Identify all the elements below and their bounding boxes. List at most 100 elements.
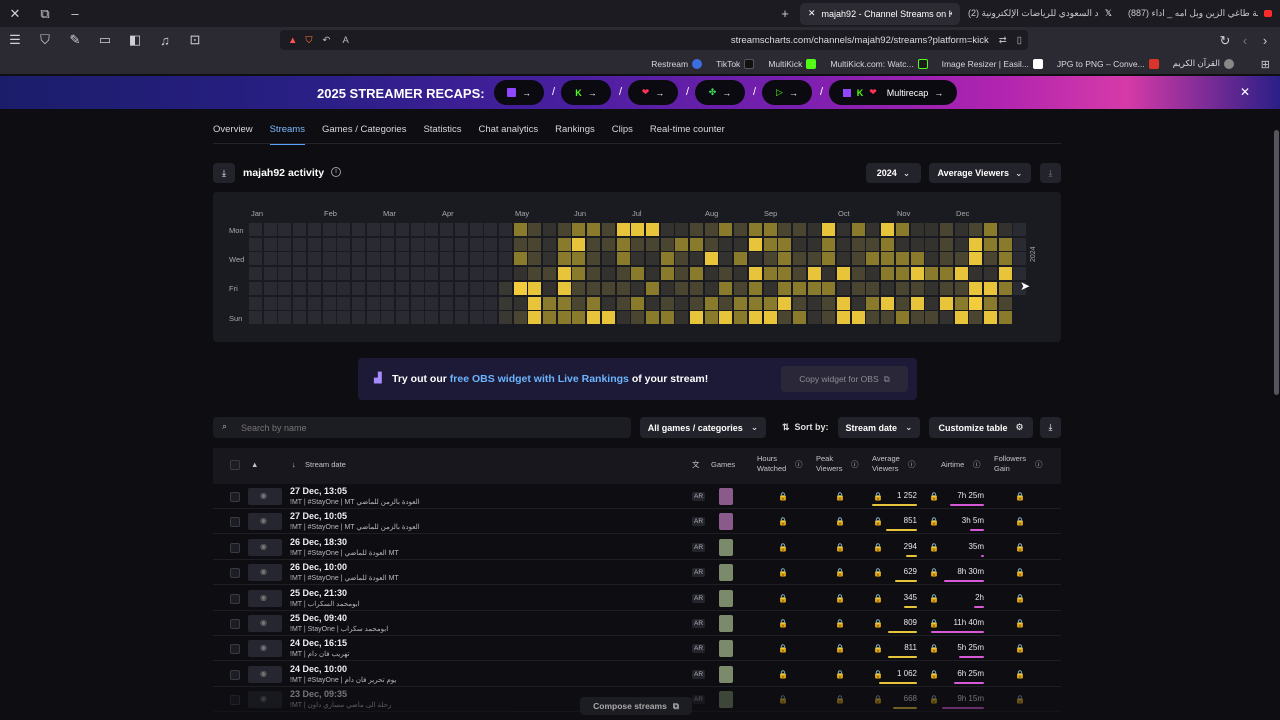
bookmark-icon[interactable]: ▯ (1017, 35, 1022, 46)
heatmap-cell[interactable] (263, 281, 277, 295)
heatmap-cell[interactable] (543, 237, 556, 251)
heatmap-cell[interactable] (351, 296, 365, 310)
heatmap-cell[interactable] (528, 296, 542, 310)
heatmap-cell[interactable] (837, 223, 850, 236)
heatmap-cell[interactable] (366, 252, 380, 266)
tab-clips[interactable]: Clips (612, 124, 633, 145)
heatmap-cell[interactable] (719, 281, 733, 295)
stream-thumbnail[interactable]: ◉ (248, 564, 282, 582)
multirecap-button[interactable]: K ❤ Multirecap → (829, 80, 957, 105)
heatmap-cell[interactable] (572, 252, 586, 266)
heatmap-cell[interactable] (322, 281, 336, 295)
heatmap-cell[interactable] (660, 281, 674, 295)
heatmap-cell[interactable] (381, 296, 395, 310)
bookmark-jpg-to-png[interactable]: JPG to PNG – Conve... (1057, 58, 1159, 69)
heatmap-cell[interactable] (528, 281, 542, 295)
heatmap-cell[interactable] (719, 311, 733, 325)
heatmap-cell[interactable] (278, 267, 292, 281)
year-select[interactable]: 2024 ⌄ (866, 163, 921, 183)
select-all-checkbox[interactable] (230, 460, 240, 470)
heatmap-cell[interactable] (748, 252, 762, 266)
heatmap-cell[interactable] (645, 296, 659, 310)
tab-saudi[interactable]: (2) الاتحاد السعودي للرياضات الإلكترونية… (960, 3, 1120, 25)
game-thumbnail[interactable] (719, 538, 733, 556)
heatmap-cell[interactable] (381, 237, 395, 251)
heatmap-cell[interactable] (998, 311, 1012, 325)
sidebar-icon[interactable]: ◧ (120, 27, 150, 54)
table-row[interactable]: ◉ 24 Dec, 16:15 !MT | تهريب فان دام AR 🔒… (213, 636, 1061, 662)
heatmap-cell[interactable] (454, 311, 468, 325)
heatmap-cell[interactable] (881, 223, 895, 236)
heatmap-cell[interactable] (984, 267, 997, 281)
heatmap-cell[interactable] (263, 252, 277, 266)
bookmark-image-resizer[interactable]: Image Resizer | Easil... (942, 58, 1043, 69)
heatmap-cell[interactable] (543, 252, 556, 266)
table-row[interactable]: ◉ 26 Dec, 10:00 !MT | #StayOne | العودة … (213, 560, 1061, 586)
heatmap-cell[interactable] (792, 311, 806, 325)
heatmap-cell[interactable] (263, 296, 277, 310)
heatmap-cell[interactable] (454, 237, 468, 251)
heatmap-cell[interactable] (866, 223, 880, 236)
bookmark-multikick[interactable]: MultiKick (768, 58, 817, 69)
heatmap-cell[interactable] (263, 223, 277, 236)
header-peak-viewers[interactable]: Peak Viewers (816, 454, 850, 474)
heatmap-cell[interactable] (337, 267, 351, 281)
heatmap-cell[interactable] (351, 311, 365, 325)
heatmap-cell[interactable] (410, 252, 424, 266)
heatmap-cell[interactable] (425, 296, 439, 310)
heatmap-cell[interactable] (881, 252, 895, 266)
heatmap-cell[interactable] (851, 281, 865, 295)
heatmap-cell[interactable] (454, 252, 468, 266)
heatmap-cell[interactable] (469, 296, 483, 310)
row-checkbox[interactable] (230, 593, 240, 604)
heatmap-cell[interactable] (396, 237, 409, 251)
table-row[interactable]: ◉ 27 Dec, 13:05 !MT | #StayOne | MT العو… (213, 484, 1061, 509)
heatmap-cell[interactable] (719, 223, 733, 236)
info-icon[interactable]: i (331, 167, 341, 177)
heatmap-cell[interactable] (984, 237, 997, 251)
heatmap-cell[interactable] (969, 311, 983, 325)
heatmap-cell[interactable] (513, 267, 527, 281)
heatmap-cell[interactable] (528, 267, 542, 281)
heatmap-cell[interactable] (366, 223, 380, 236)
row-checkbox[interactable] (230, 644, 240, 655)
heatmap-cell[interactable] (381, 223, 395, 236)
heatmap-cell[interactable] (866, 281, 880, 295)
heatmap-cell[interactable] (645, 311, 659, 325)
heatmap-cell[interactable] (734, 281, 748, 295)
heatmap-cell[interactable] (366, 237, 380, 251)
heatmap-cell[interactable] (704, 267, 718, 281)
heatmap-cell[interactable] (704, 223, 718, 236)
heatmap-cell[interactable] (351, 223, 365, 236)
heatmap-cell[interactable] (675, 267, 689, 281)
heatmap-cell[interactable] (748, 296, 762, 310)
heatmap-cell[interactable] (557, 296, 571, 310)
heatmap-cell[interactable] (925, 311, 939, 325)
heatmap-cell[interactable] (513, 252, 527, 266)
recap-youtube-button[interactable]: ❤ → (628, 80, 678, 105)
heatmap-cell[interactable] (763, 267, 777, 281)
heatmap-cell[interactable] (543, 223, 556, 236)
heatmap-cell[interactable] (866, 252, 880, 266)
heatmap-cell[interactable] (557, 237, 571, 251)
heatmap-cell[interactable] (278, 252, 292, 266)
heatmap-cell[interactable] (410, 281, 424, 295)
heatmap-cell[interactable] (851, 237, 865, 251)
heatmap-cell[interactable] (822, 223, 836, 236)
heatmap-cell[interactable] (954, 223, 968, 236)
heatmap-cell[interactable] (645, 281, 659, 295)
heatmap-cell[interactable] (293, 252, 307, 266)
heatmap-cell[interactable] (557, 281, 571, 295)
stream-thumbnail[interactable]: ◉ (248, 615, 282, 632)
heatmap-cell[interactable] (513, 296, 527, 310)
heatmap-cell[interactable] (807, 296, 821, 310)
heatmap-cell[interactable] (866, 237, 880, 251)
stream-date[interactable]: 27 Dec, 13:05 (290, 486, 347, 496)
heatmap-cell[interactable] (645, 237, 659, 251)
game-thumbnail[interactable] (719, 615, 733, 632)
heatmap-cell[interactable] (778, 296, 792, 310)
heatmap-cell[interactable] (484, 311, 498, 325)
heatmap-cell[interactable] (616, 311, 630, 325)
window-icon[interactable]: ▭ (90, 27, 120, 54)
heatmap-cell[interactable] (778, 267, 792, 281)
